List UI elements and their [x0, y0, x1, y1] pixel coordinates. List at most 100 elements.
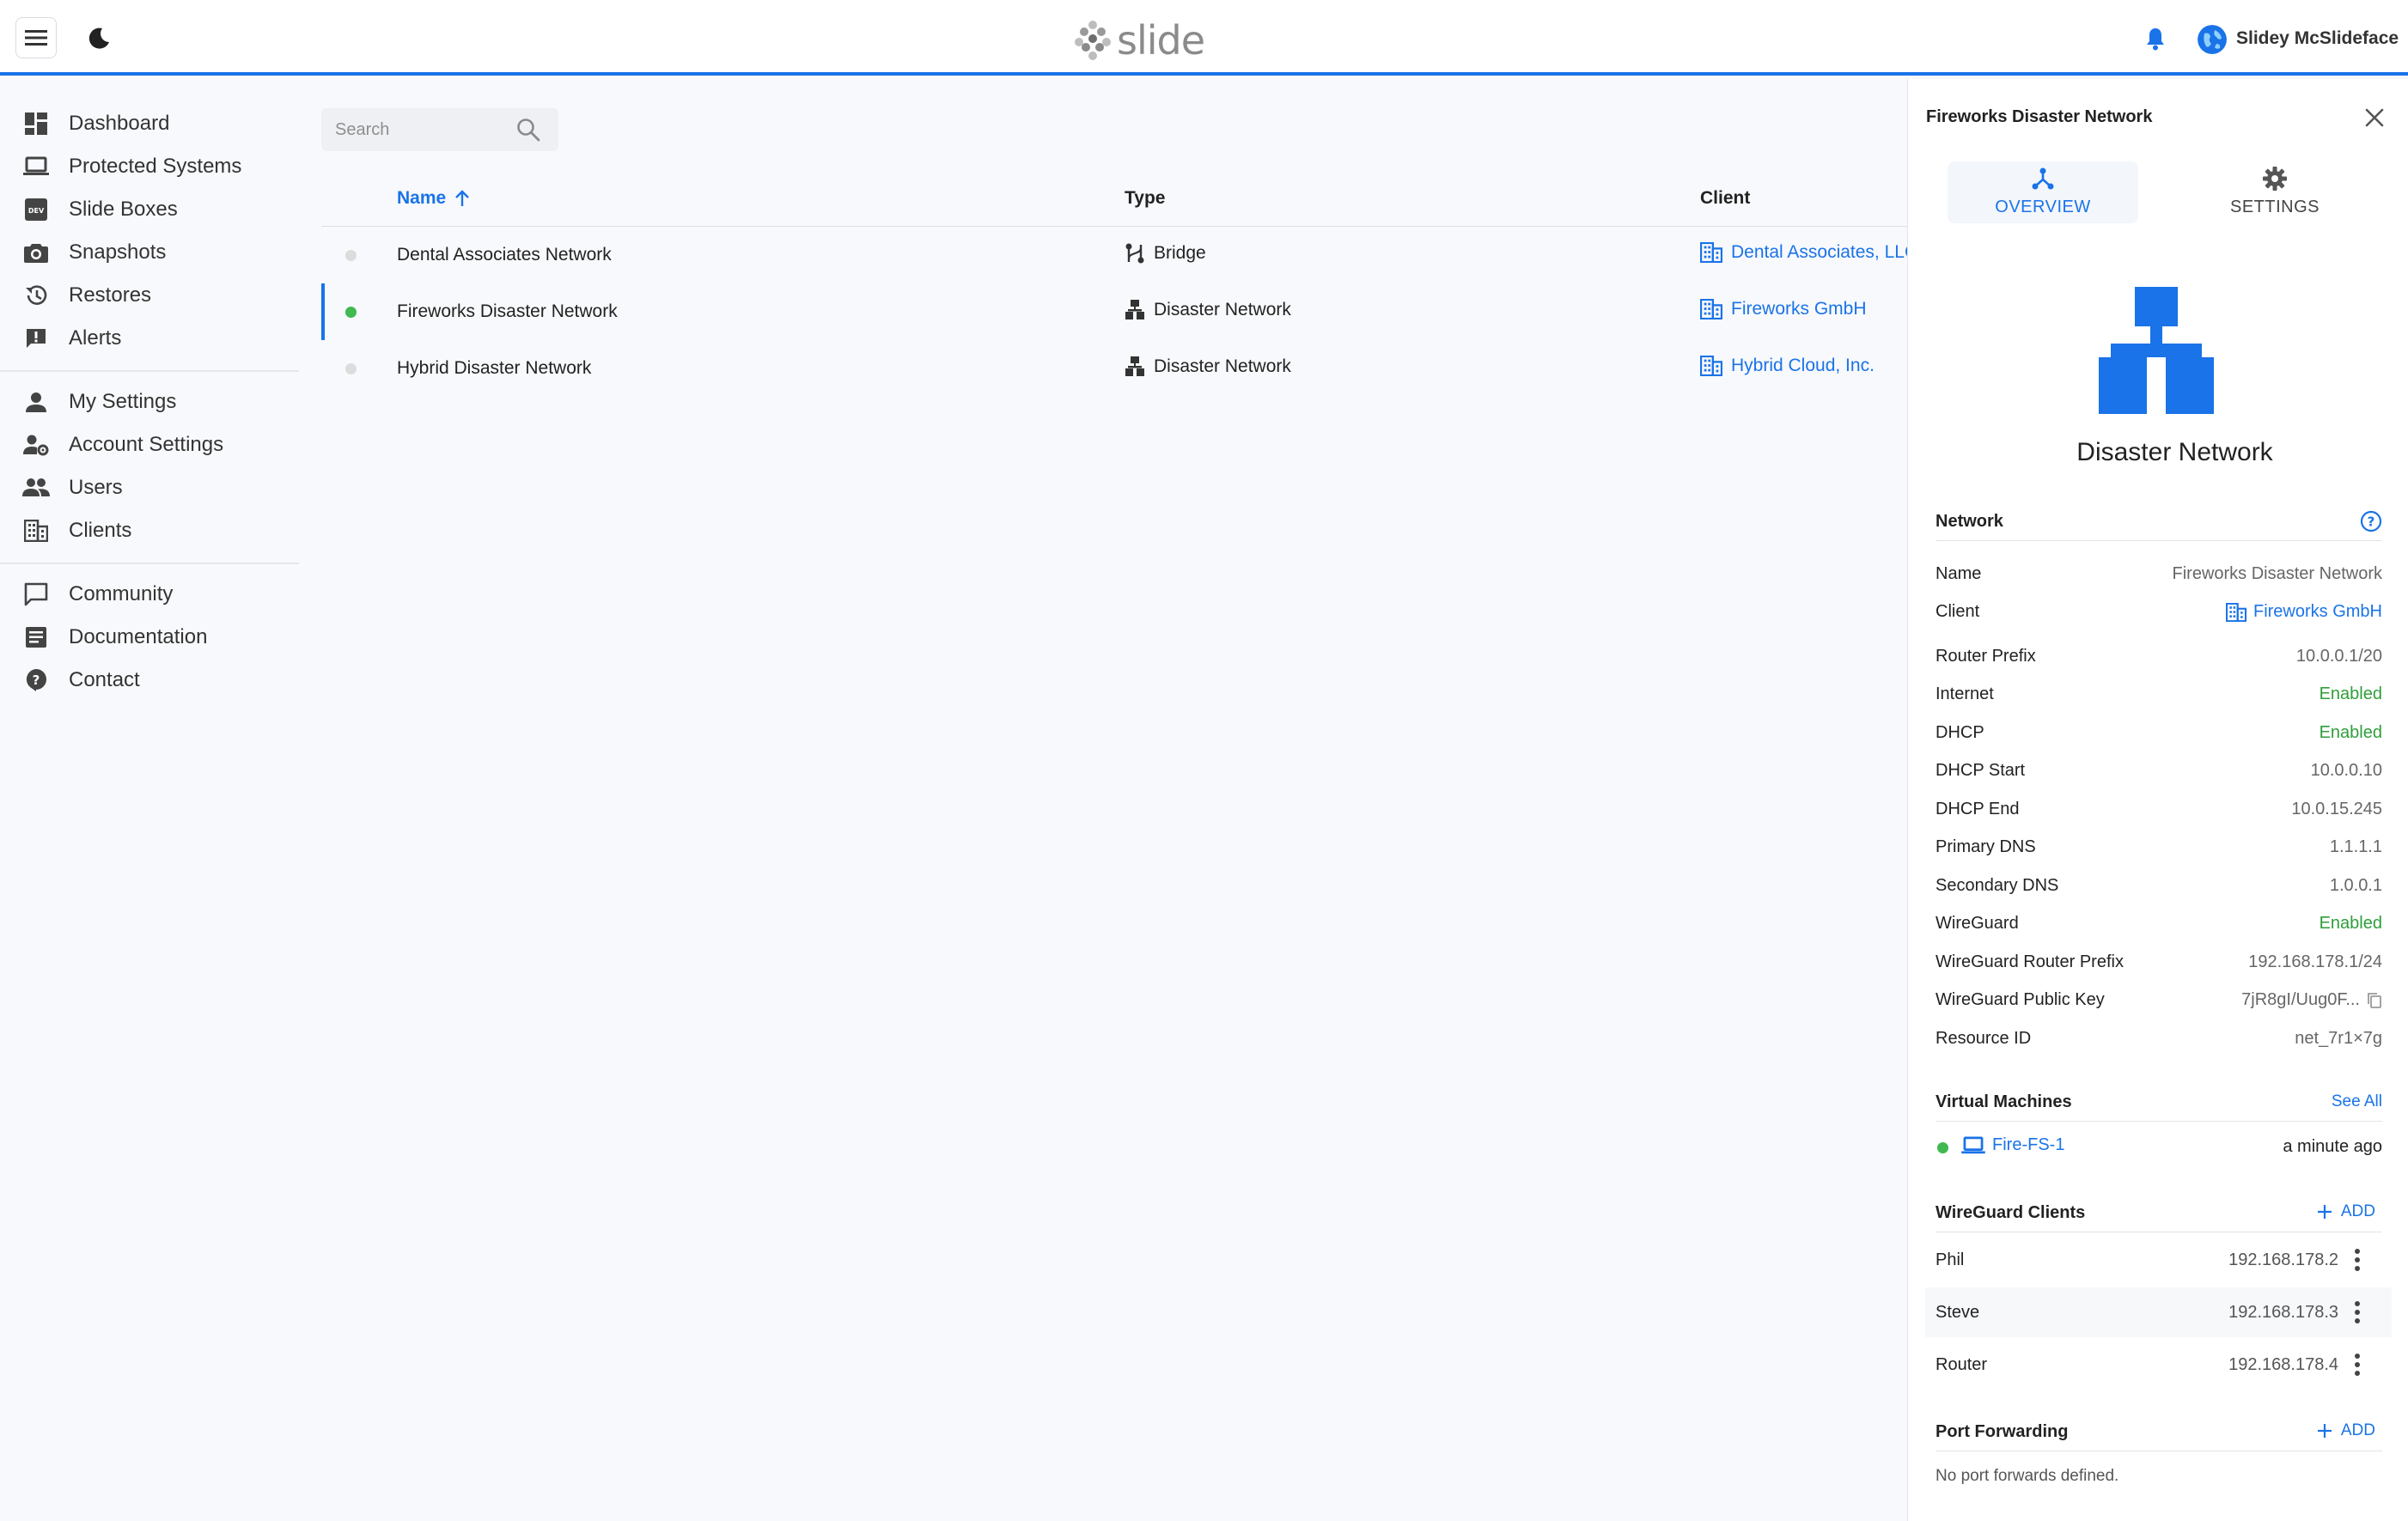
- menu-button[interactable]: [15, 17, 57, 58]
- column-header-type[interactable]: Type: [1125, 188, 1165, 209]
- panel-title: Fireworks Disaster Network: [1926, 107, 2153, 126]
- client-link[interactable]: Dental Associates, LLC: [1700, 242, 1917, 263]
- sidebar-item-label: Dashboard: [69, 112, 170, 135]
- port-forwarding-empty-text: No port forwards defined.: [1936, 1467, 2119, 1485]
- sidebar-item-users[interactable]: Users: [22, 471, 297, 505]
- sidebar-item-restores[interactable]: Restores: [22, 278, 297, 313]
- network-icon: [2032, 167, 2054, 190]
- client-link[interactable]: Fireworks GmbH: [2225, 602, 2382, 622]
- field-dhcp-start: DHCP Start 10.0.0.10: [1936, 757, 2382, 785]
- client-link[interactable]: Fireworks GmbH: [1700, 299, 1867, 319]
- logo[interactable]: slide: [1074, 17, 1205, 64]
- client-link[interactable]: Hybrid Cloud, Inc.: [1700, 356, 1875, 376]
- search-input[interactable]: [335, 119, 507, 141]
- table-row[interactable]: Dental Associates Network Bridge Dental …: [321, 227, 1917, 283]
- sidebar-item-label: Users: [69, 476, 123, 499]
- field-value: Enabled: [2319, 723, 2382, 742]
- copy-icon[interactable]: [2367, 992, 2382, 1009]
- field-dhcp: DHCP Enabled: [1936, 720, 2382, 747]
- more-vertical-icon[interactable]: [2347, 1299, 2368, 1325]
- virtual-machines-section-header: Virtual Machines See All: [1936, 1092, 2382, 1122]
- sidebar-item-my-settings[interactable]: My Settings: [22, 385, 297, 419]
- sidebar-item-alerts[interactable]: Alerts: [22, 321, 297, 356]
- tab-settings[interactable]: SETTINGS: [2179, 161, 2370, 223]
- add-label: ADD: [2340, 1421, 2375, 1439]
- gear-icon: [2263, 167, 2287, 191]
- svg-text:?: ?: [2368, 514, 2375, 530]
- avatar[interactable]: [2198, 25, 2227, 54]
- arrow-up-icon: [455, 190, 470, 206]
- column-header-client[interactable]: Client: [1700, 188, 1750, 209]
- history-icon: [22, 282, 50, 309]
- field-router-prefix: Router Prefix 10.0.0.1/20: [1936, 643, 2382, 671]
- sidebar-item-documentation[interactable]: Documentation: [22, 620, 297, 654]
- field-label: Secondary DNS: [1936, 876, 2059, 895]
- wireguard-client-name: Steve: [1936, 1303, 1980, 1322]
- sidebar-item-community[interactable]: Community: [22, 577, 297, 611]
- more-vertical-icon[interactable]: [2347, 1247, 2368, 1273]
- field-label: WireGuard: [1936, 914, 2019, 933]
- see-all-link[interactable]: See All: [2332, 1092, 2382, 1111]
- field-label: DHCP Start: [1936, 761, 2026, 780]
- field-value: Fireworks GmbH: [2253, 602, 2382, 621]
- search-icon[interactable]: [515, 117, 541, 143]
- sidebar-item-clients[interactable]: Clients: [22, 514, 297, 548]
- sidebar-item-slide-boxes[interactable]: DEV Slide Boxes: [22, 192, 297, 227]
- network-tree-icon: [1125, 356, 1144, 376]
- network-type-label: Bridge: [1154, 243, 1206, 263]
- sidebar-item-label: Alerts: [69, 326, 122, 350]
- vm-link[interactable]: Fire-FS-1: [1961, 1135, 2064, 1155]
- column-header-label: Name: [397, 188, 447, 208]
- sidebar-item-protected-systems[interactable]: Protected Systems: [22, 149, 297, 184]
- help-icon[interactable]: ?: [2360, 510, 2382, 532]
- section-title: Virtual Machines: [1936, 1092, 2072, 1111]
- user-name[interactable]: Slidey McSlideface: [2236, 28, 2399, 49]
- notifications-button[interactable]: [2143, 26, 2168, 52]
- add-port-forward-button[interactable]: ADD: [2317, 1421, 2375, 1440]
- network-type-title: Disaster Network: [1908, 438, 2408, 467]
- field-client: Client Fireworks GmbH: [1936, 599, 2382, 626]
- field-label: Name: [1936, 564, 1982, 583]
- network-type-label: Disaster Network: [1154, 356, 1291, 376]
- sidebar-item-account-settings[interactable]: Account Settings: [22, 428, 297, 462]
- sidebar-item-snapshots[interactable]: Snapshots: [22, 235, 297, 270]
- table-row[interactable]: Hybrid Disaster Network Disaster Network…: [321, 340, 1907, 397]
- status-dot: [345, 363, 357, 374]
- dashboard-icon: [22, 110, 50, 137]
- field-primary-dns: Primary DNS 1.1.1.1: [1936, 834, 2382, 861]
- field-label: DHCP: [1936, 723, 1984, 742]
- building-icon: [2225, 602, 2246, 622]
- person-icon: [22, 388, 50, 416]
- dark-mode-toggle[interactable]: [86, 24, 113, 52]
- network-name: Fireworks Disaster Network: [397, 301, 618, 321]
- wireguard-client-row: Phil 192.168.178.2: [1925, 1235, 2392, 1285]
- field-label: Primary DNS: [1936, 837, 2036, 856]
- tab-overview[interactable]: OVERVIEW: [1948, 161, 2138, 223]
- field-value: 192.168.178.1/24: [2248, 952, 2382, 971]
- chat-icon: [22, 581, 50, 608]
- bell-icon: [2147, 28, 2164, 51]
- network-type: Bridge: [1125, 242, 1206, 265]
- tab-label: SETTINGS: [2229, 198, 2320, 216]
- wireguard-client-row: Steve 192.168.178.3: [1925, 1287, 2392, 1337]
- laptop-icon: [1961, 1135, 1985, 1153]
- port-forwarding-section-header: Port Forwarding ADD: [1936, 1421, 2382, 1451]
- sidebar-item-label: Contact: [69, 668, 140, 691]
- field-label: DHCP End: [1936, 800, 2020, 818]
- column-header-name[interactable]: Name: [397, 188, 470, 209]
- sidebar-divider: [0, 370, 299, 372]
- network-name: Hybrid Disaster Network: [397, 358, 592, 378]
- more-vertical-icon[interactable]: [2347, 1352, 2368, 1378]
- svg-text:?: ?: [33, 672, 40, 688]
- sidebar-item-contact[interactable]: ? Contact: [22, 663, 297, 697]
- close-icon[interactable]: [2363, 106, 2386, 129]
- field-value: Fireworks Disaster Network: [2172, 564, 2382, 583]
- camera-icon: [22, 239, 50, 266]
- sidebar-item-dashboard[interactable]: Dashboard: [22, 106, 297, 141]
- moon-icon: [88, 27, 109, 49]
- add-wireguard-client-button[interactable]: ADD: [2317, 1202, 2375, 1221]
- document-icon: [22, 624, 50, 651]
- sidebar-item-label: Documentation: [69, 625, 208, 648]
- sidebar-item-label: My Settings: [69, 390, 177, 413]
- table-row[interactable]: Fireworks Disaster Network Disaster Netw…: [321, 283, 1907, 340]
